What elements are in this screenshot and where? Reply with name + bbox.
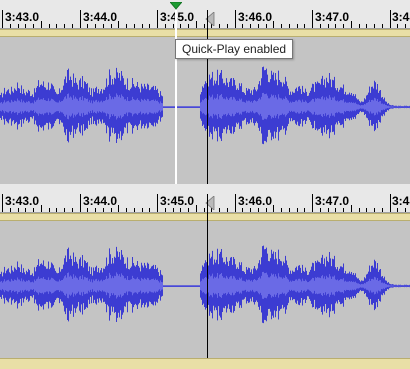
quick-play-indicator-line [175,10,177,184]
timeline-strip-top [0,29,410,37]
edit-cursor-line-bottom [207,194,208,358]
waveform-bottom [0,245,410,324]
ruler-label: 3:43.0 [5,194,40,208]
ruler-label: 3:43.0 [5,10,40,24]
bottom-timeline-strip [0,358,410,369]
waveform-track-bottom[interactable] [0,222,410,358]
ruler-label: 3:45.0 [160,194,195,208]
timeline-ruler-top[interactable]: 3:43.0 3:44.0 3:45.0 3:46.0 3:47.0 3:48 [0,0,410,29]
edit-cursor-line-top [207,10,208,184]
timeline-strip-bottom [0,213,410,221]
ruler-label: 3:45.0 [160,10,195,24]
ruler-label: 3:47.0 [315,194,350,208]
ruler-label: 3:46.0 [238,194,273,208]
ruler-label: 3:47.0 [315,10,350,24]
quick-play-tooltip: Quick-Play enabled [175,39,294,59]
ruler-label: 3:46.0 [238,10,273,24]
ruler-label: 3:48 [392,10,410,24]
timeline-ruler-bottom[interactable]: 3:43.0 3:44.0 3:45.0 3:46.0 3:47.0 3:48 [0,184,410,213]
bottom-view: 3:43.0 3:44.0 3:45.0 3:46.0 3:47.0 3:48 [0,184,410,358]
waveform-top [0,66,410,145]
ruler-label: 3:48 [392,194,410,208]
ruler-label: 3:44.0 [83,10,118,24]
green-triangle-icon[interactable] [170,2,182,10]
ruler-label: 3:44.0 [83,194,118,208]
top-view: 3:43.0 3:44.0 3:45.0 3:46.0 3:47.0 3:48 … [0,0,410,184]
waveform-track-top[interactable] [0,38,410,184]
